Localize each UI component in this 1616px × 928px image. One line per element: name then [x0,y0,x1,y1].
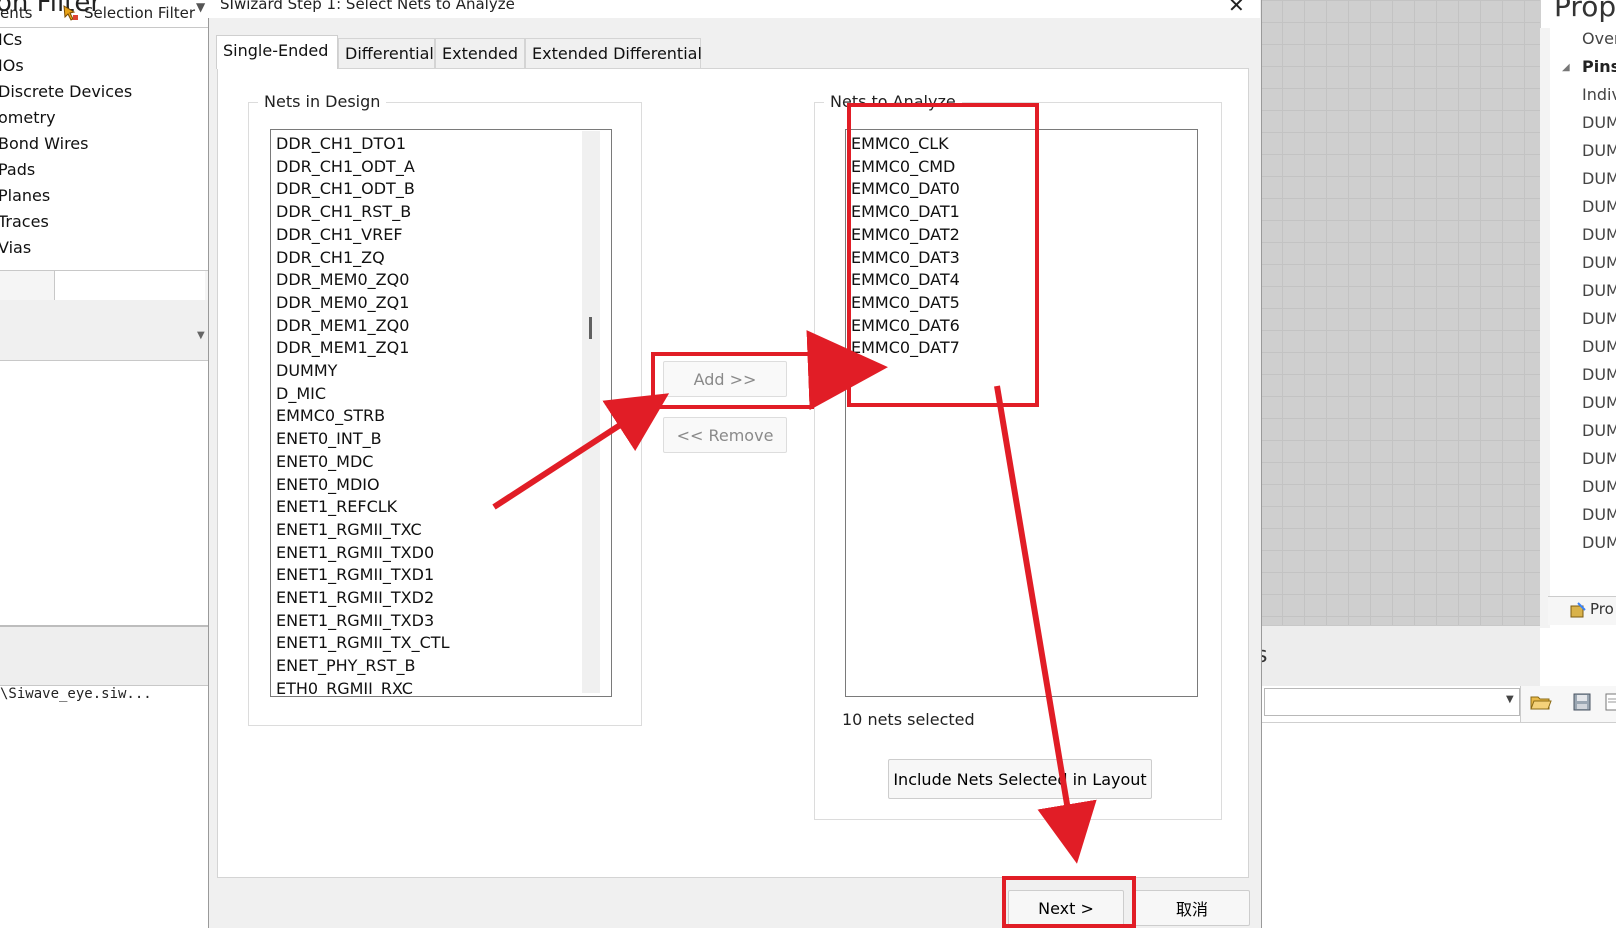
annotation-arrows [492,330,1097,864]
arrow-to-add-button [492,393,670,510]
arrow-to-next-button [994,385,1097,864]
arrow-to-nets-list [806,330,888,411]
